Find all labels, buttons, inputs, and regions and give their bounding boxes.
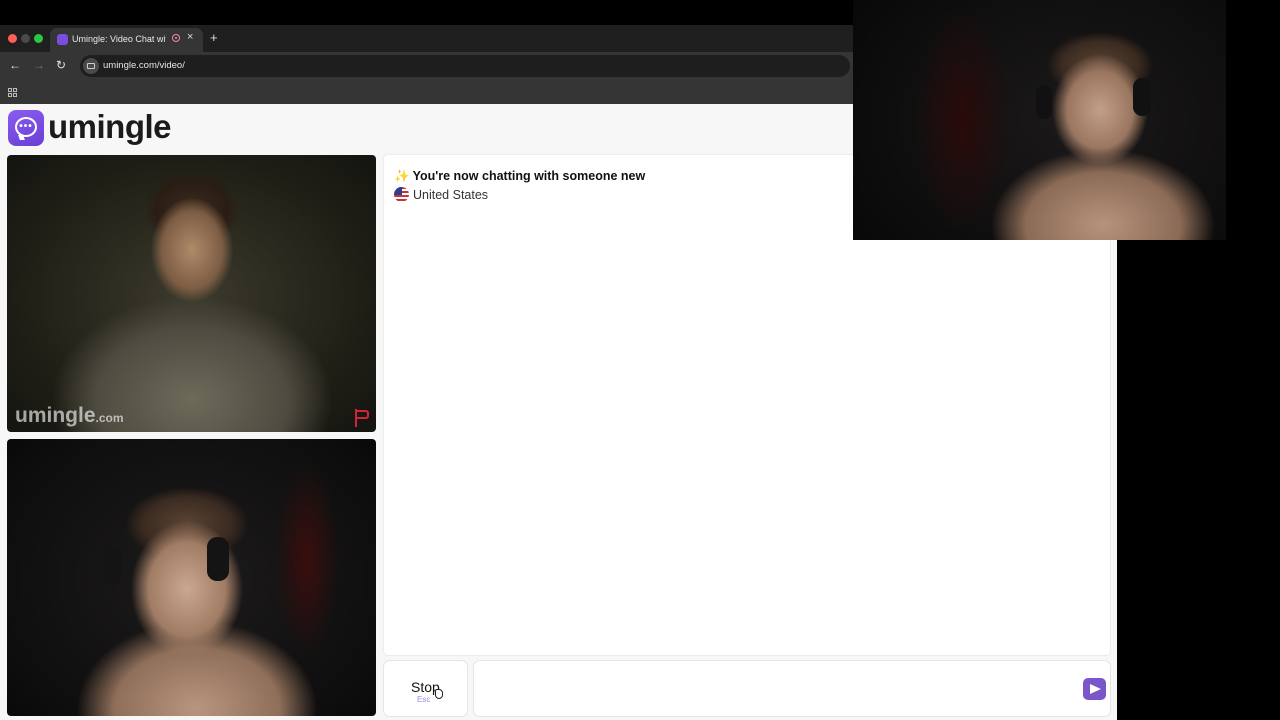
headphone-right: [207, 537, 229, 581]
umingle-favicon-icon: [57, 34, 68, 45]
reload-icon[interactable]: ↻: [56, 58, 66, 72]
chat-status-text: You're now chatting with someone new: [412, 169, 646, 183]
overlay-headphone-left: [1036, 85, 1052, 119]
webcam-preview-overlay: [853, 0, 1226, 240]
video-watermark: umingle.com: [15, 404, 124, 428]
window-zoom-button[interactable]: [34, 34, 43, 43]
bookmarks-bar: [0, 80, 853, 104]
new-tab-button[interactable]: +: [210, 30, 218, 45]
window-minimize-button[interactable]: [21, 34, 30, 43]
overlay-headphone-right: [1133, 78, 1151, 116]
camera-permission-icon[interactable]: [83, 58, 99, 74]
us-flag-icon: [394, 187, 409, 202]
stop-shortcut-hint: Esc: [417, 695, 431, 704]
browser-tab-active[interactable]: Umingle: Video Chat with ×: [50, 28, 203, 52]
country-name: United States: [413, 188, 489, 202]
tab-title: Umingle: Video Chat with: [72, 34, 166, 44]
url-text[interactable]: umingle.com/video/: [103, 60, 185, 71]
recording-indicator-icon: [172, 34, 180, 42]
chat-status-message: ✨ You're now chatting with someone new: [394, 169, 645, 184]
send-icon[interactable]: [1083, 678, 1106, 700]
apps-grid-icon[interactable]: [8, 88, 17, 97]
watermark-suffix: .com: [95, 411, 124, 425]
tab-close-icon[interactable]: ×: [187, 31, 193, 43]
back-arrow-icon[interactable]: ←: [9, 58, 21, 72]
watermark-text: umingle: [15, 404, 96, 427]
sparkle-icon: ✨: [394, 169, 410, 183]
report-flag-icon[interactable]: [354, 409, 370, 427]
hand-cursor-icon: [435, 689, 444, 700]
stranger-country: United States: [394, 187, 488, 202]
browser-tab-strip: Umingle: Video Chat with × +: [0, 25, 853, 52]
stranger-video: umingle.com: [7, 155, 376, 432]
stop-button[interactable]: Stop Esc: [384, 661, 467, 716]
headphone-left: [103, 547, 121, 585]
message-input[interactable]: [474, 661, 1110, 716]
screen: Umingle: Video Chat with × + ← → ↻ uming…: [0, 0, 1280, 720]
self-video: [7, 439, 376, 716]
window-close-button[interactable]: [8, 34, 17, 43]
forward-arrow-icon[interactable]: →: [33, 58, 45, 72]
browser-toolbar: ← → ↻ umingle.com/video/: [0, 52, 853, 80]
address-bar[interactable]: umingle.com/video/: [80, 55, 850, 77]
umingle-logo-icon[interactable]: •••: [8, 110, 44, 146]
site-logo-text[interactable]: umingle: [48, 108, 172, 146]
